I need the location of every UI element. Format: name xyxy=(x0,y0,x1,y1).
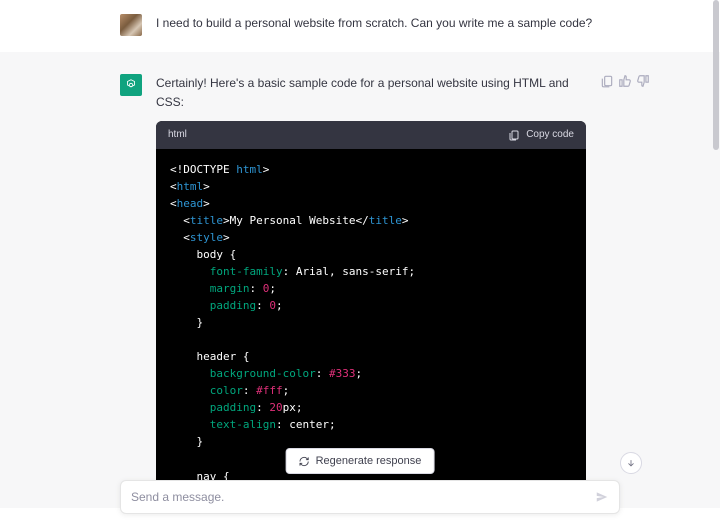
copy-code-button[interactable]: Copy code xyxy=(508,127,574,143)
scroll-to-bottom-button[interactable] xyxy=(620,452,642,474)
regenerate-response-button[interactable]: Regenerate response xyxy=(286,448,435,474)
send-button[interactable] xyxy=(595,490,609,504)
thumbs-down-icon[interactable] xyxy=(636,74,650,88)
message-input[interactable] xyxy=(131,490,595,504)
copy-code-label: Copy code xyxy=(526,127,574,143)
openai-logo-icon xyxy=(124,78,138,92)
message-input-bar xyxy=(120,480,620,514)
code-lang-label: html xyxy=(168,127,187,143)
assistant-message-actions xyxy=(600,74,650,508)
user-avatar xyxy=(120,14,142,36)
regenerate-label: Regenerate response xyxy=(316,455,422,467)
user-message-row: I need to build a personal website from … xyxy=(120,4,620,46)
thumbs-up-icon[interactable] xyxy=(618,74,632,88)
arrow-down-icon xyxy=(626,458,636,468)
clipboard-icon[interactable] xyxy=(600,74,614,88)
clipboard-icon xyxy=(508,129,520,141)
assistant-avatar xyxy=(120,74,142,96)
vertical-scrollbar[interactable] xyxy=(712,0,720,520)
scrollbar-thumb[interactable] xyxy=(713,0,719,150)
send-icon xyxy=(595,490,609,504)
refresh-icon xyxy=(299,456,310,467)
code-block-header: html Copy code xyxy=(156,121,586,149)
user-message-text: I need to build a personal website from … xyxy=(156,14,620,36)
assistant-message-row: Certainly! Here's a basic sample code fo… xyxy=(120,64,620,508)
assistant-intro-text: Certainly! Here's a basic sample code fo… xyxy=(156,74,586,111)
